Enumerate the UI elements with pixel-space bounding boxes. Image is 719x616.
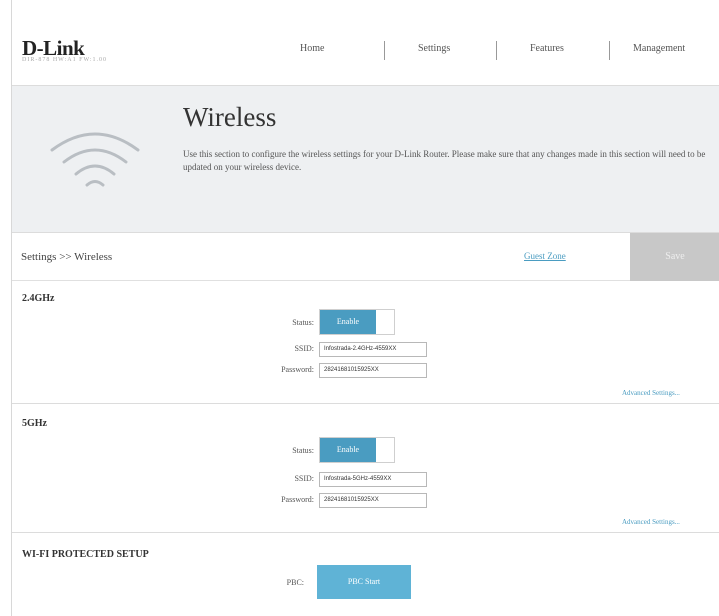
status-label: Status: (292, 318, 314, 327)
breadcrumb-bar: Settings >> Wireless Guest Zone Save (12, 233, 719, 281)
password-field[interactable]: 28241681015925XX (319, 493, 427, 508)
status-label: Status: (292, 446, 314, 455)
status-toggle[interactable]: Enable (319, 437, 395, 463)
advanced-settings-link[interactable]: Advanced Settings... (622, 518, 680, 526)
page-description: Use this section to configure the wirele… (183, 149, 706, 172)
nav-management[interactable]: Management (633, 43, 685, 54)
pbc-label: PBC: (286, 578, 304, 587)
section-title: 2.4GHz (22, 293, 55, 304)
advanced-settings-link[interactable]: Advanced Settings... (622, 389, 680, 397)
nav-divider (609, 41, 610, 60)
top-header: D-Link DIR-878 HW:A1 FW:1.00 Home Settin… (12, 0, 719, 85)
ssid-field[interactable]: Infostrada-2.4GHz-4559XX (319, 342, 427, 357)
nav-settings[interactable]: Settings (418, 43, 450, 54)
ssid-field[interactable]: Infostrada-5GHz-4559XX (319, 472, 427, 487)
section-2-4ghz: 2.4GHz Status: Enable SSID: Infostrada-2… (12, 281, 719, 404)
page-title: Wireless (183, 102, 277, 132)
toggle-enable[interactable]: Enable (320, 438, 376, 462)
save-button[interactable]: Save (630, 233, 719, 281)
section-title: 5GHz (22, 418, 47, 429)
ssid-label: SSID: (294, 474, 314, 483)
nav-divider (384, 41, 385, 60)
password-field[interactable]: 28241681015925XX (319, 363, 427, 378)
router-page: D-Link DIR-878 HW:A1 FW:1.00 Home Settin… (11, 0, 719, 616)
nav-features[interactable]: Features (530, 43, 564, 54)
wifi-icon (50, 132, 140, 187)
password-label: Password: (281, 495, 314, 504)
pbc-start-button[interactable]: PBC Start (317, 565, 411, 599)
section-wps: WI-FI PROTECTED SETUP PBC: PBC Start (12, 533, 719, 616)
device-info: DIR-878 HW:A1 FW:1.00 (22, 57, 108, 63)
password-label: Password: (281, 365, 314, 374)
main-nav: Home Settings Features Management (272, 41, 719, 60)
status-toggle[interactable]: Enable (319, 309, 395, 335)
section-title: WI-FI PROTECTED SETUP (22, 549, 149, 560)
breadcrumb: Settings >> Wireless (21, 251, 113, 263)
toggle-enable[interactable]: Enable (320, 310, 376, 334)
guest-zone-link[interactable]: Guest Zone (524, 251, 566, 261)
section-5ghz: 5GHz Status: Enable SSID: Infostrada-5GH… (12, 404, 719, 533)
nav-home[interactable]: Home (300, 43, 324, 54)
page-banner: Wireless Use this section to configure t… (12, 85, 719, 233)
nav-divider (496, 41, 497, 60)
ssid-label: SSID: (294, 344, 314, 353)
